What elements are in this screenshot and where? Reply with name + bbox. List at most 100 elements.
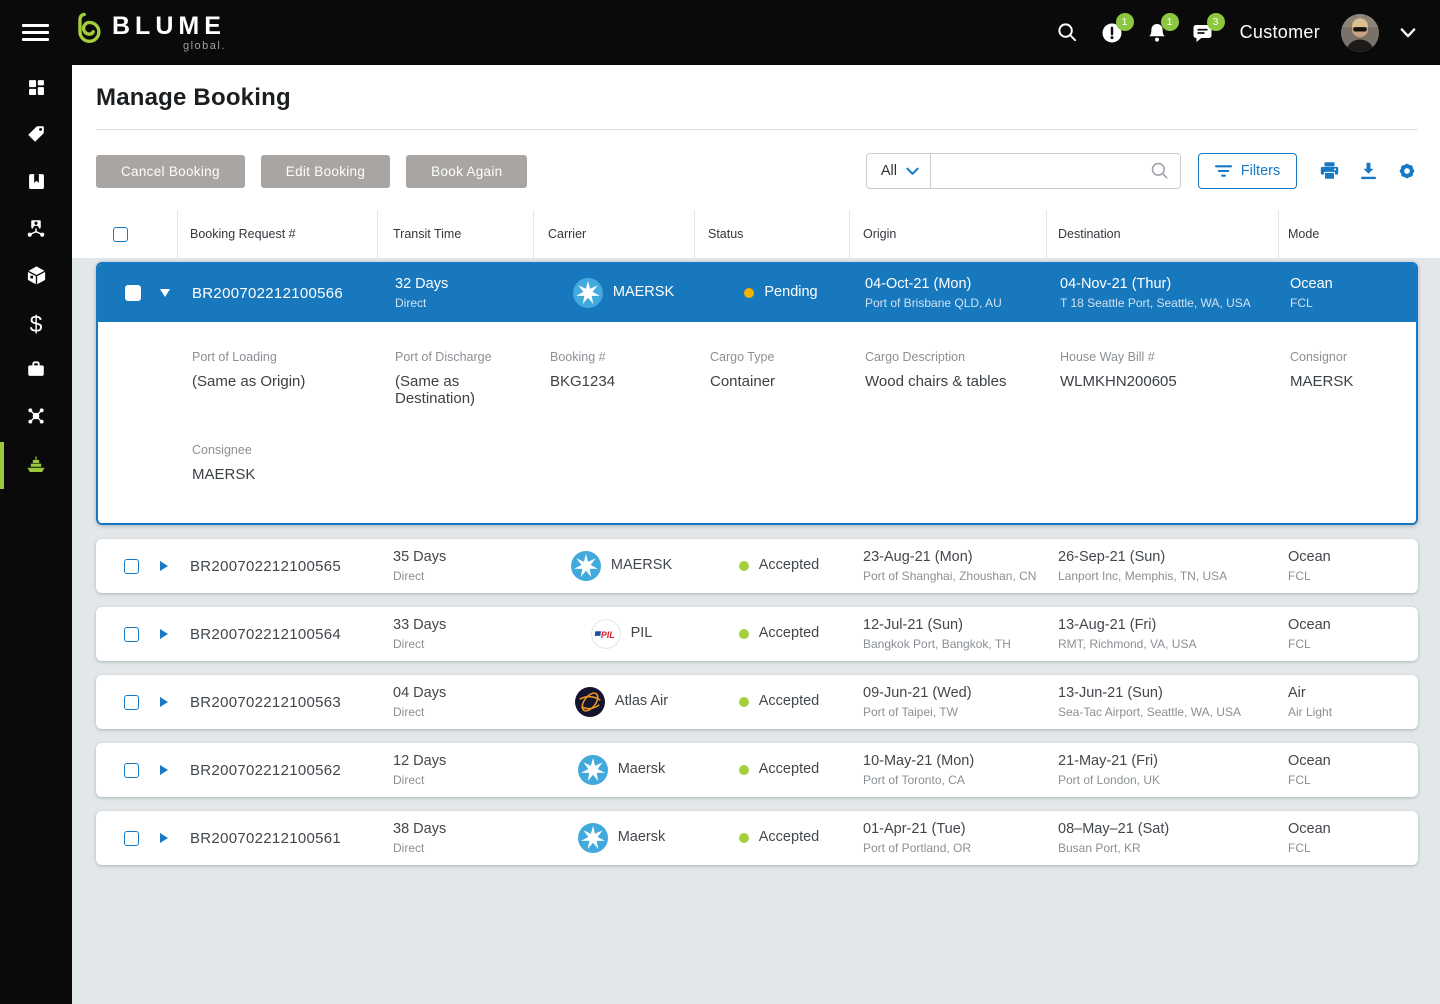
- row-checkbox[interactable]: [123, 830, 139, 846]
- table-row[interactable]: BR200702212100563 04 Days Direct Atlas A…: [96, 675, 1418, 729]
- destination-place: Lanport Inc, Memphis, TN, USA: [1058, 569, 1228, 584]
- select-all-checkbox[interactable]: [113, 226, 128, 242]
- table-row[interactable]: BR200702212100565 35 Days Direct MAERSK …: [96, 539, 1418, 593]
- transit-type: Direct: [393, 569, 425, 584]
- user-network-icon: [25, 217, 47, 244]
- settings-gear-icon[interactable]: [1396, 160, 1418, 182]
- expand-arrow-icon[interactable]: [159, 561, 168, 571]
- sidebar-item-finance[interactable]: $: [0, 301, 72, 348]
- scope-select[interactable]: All: [865, 153, 931, 189]
- transit-type: Direct: [395, 296, 427, 311]
- blume-swirl-icon: [71, 11, 105, 54]
- origin-date: 12-Jul-21 (Sun): [863, 617, 963, 634]
- user-role-label: Customer: [1239, 22, 1320, 42]
- collapse-arrow-icon[interactable]: [160, 289, 170, 297]
- expand-arrow-icon[interactable]: [159, 833, 168, 843]
- col-transit-time: Transit Time: [393, 227, 462, 241]
- origin-date: 10-May-21 (Mon): [863, 753, 975, 770]
- table-row-expanded[interactable]: BR200702212100566 32 Days Direct MAERSK …: [96, 262, 1418, 525]
- detail-consignee: Consignee MAERSK: [192, 443, 256, 483]
- sidebar-item-network-hub[interactable]: [0, 395, 72, 442]
- maersk-logo: [572, 278, 603, 308]
- row-checkbox[interactable]: [123, 626, 139, 642]
- transit-days: 32 Days: [395, 276, 449, 293]
- mode-sub: FCL: [1288, 637, 1311, 652]
- detail-port-of-loading: Port of Loading (Same as Origin): [192, 350, 306, 390]
- row-checkbox[interactable]: [123, 558, 139, 574]
- blume-logo[interactable]: BLUME global.: [71, 11, 226, 54]
- status-label: Accepted: [758, 557, 820, 574]
- destination-place: T 18 Seattle Port, Seattle, WA, USA: [1060, 296, 1251, 311]
- avatar[interactable]: [1341, 13, 1379, 52]
- notifications-badge: 1: [1160, 12, 1179, 31]
- destination-place: Sea-Tac Airport, Seattle, WA, USA: [1058, 705, 1241, 720]
- notifications-bell-icon[interactable]: 1: [1145, 12, 1179, 45]
- row-checkbox[interactable]: [123, 694, 139, 710]
- sidebar-item-ocean-bookings[interactable]: [0, 442, 72, 489]
- brand-name: BLUME: [112, 11, 226, 40]
- chevron-down-icon[interactable]: [1400, 27, 1416, 39]
- briefcase-icon: [25, 358, 47, 385]
- transit-days: 04 Days: [393, 685, 447, 702]
- detail-consignor: Consignor MAERSK: [1290, 350, 1354, 390]
- alerts-badge: 1: [1115, 12, 1134, 31]
- booking-request-id: BR200702212100561: [190, 829, 342, 847]
- book-again-button[interactable]: Book Again: [406, 154, 528, 188]
- sidebar-item-dashboard[interactable]: [0, 66, 72, 113]
- transit-days: 33 Days: [393, 617, 447, 634]
- dashboard-icon: [26, 77, 47, 103]
- detail-cargo-description: Cargo Description Wood chairs & tables: [865, 350, 1007, 390]
- booking-request-id: BR200702212100562: [190, 761, 342, 779]
- top-bar: BLUME global. 1 1 3 Customer: [0, 0, 1440, 65]
- main-content: Manage Booking Cancel Booking Edit Booki…: [72, 65, 1440, 1004]
- maersk-logo: [570, 551, 601, 581]
- row-checkbox[interactable]: [123, 762, 139, 778]
- col-destination: Destination: [1058, 227, 1121, 241]
- table-row[interactable]: BR200702212100562 12 Days Direct Maersk …: [96, 743, 1418, 797]
- expand-arrow-icon[interactable]: [159, 697, 168, 707]
- origin-place: Port of Brisbane QLD, AU: [865, 296, 1002, 311]
- col-status: Status: [708, 227, 744, 241]
- table-row[interactable]: BR200702212100561 38 Days Direct Maersk …: [96, 811, 1418, 865]
- sidebar-item-business[interactable]: [0, 348, 72, 395]
- carrier-name: MAERSK: [610, 557, 673, 574]
- sidebar-item-inventory[interactable]: [0, 254, 72, 301]
- sidebar-item-bookings[interactable]: [0, 160, 72, 207]
- carrier-name: Atlas Air: [614, 693, 669, 710]
- status-dot-accepted: [738, 561, 749, 571]
- search-input[interactable]: [931, 154, 1150, 188]
- transit-type: Direct: [393, 773, 425, 788]
- messages-icon[interactable]: 3: [1190, 12, 1225, 45]
- transit-type: Direct: [393, 637, 425, 652]
- search-icon[interactable]: [1150, 161, 1170, 181]
- maersk-logo: [577, 755, 608, 785]
- sidebar-item-partners[interactable]: [0, 207, 72, 254]
- alerts-icon[interactable]: 1: [1100, 12, 1134, 45]
- toolbar: Cancel Booking Edit Booking Book Again A…: [96, 153, 1418, 189]
- ship-icon: [24, 451, 48, 480]
- table-row[interactable]: BR200702212100564 33 Days Direct PIL PIL…: [96, 607, 1418, 661]
- dollar-icon: $: [29, 311, 43, 337]
- cancel-booking-button[interactable]: Cancel Booking: [96, 154, 245, 188]
- status-dot-pending: [744, 288, 755, 298]
- brand-subtitle: global.: [182, 39, 226, 52]
- expanded-row-header[interactable]: BR200702212100566 32 Days Direct MAERSK …: [98, 264, 1416, 322]
- origin-place: Bangkok Port, Bangkok, TH: [863, 637, 1011, 652]
- scope-select-value: All: [880, 163, 897, 179]
- filters-button[interactable]: Filters: [1198, 153, 1297, 189]
- hamburger-menu-icon[interactable]: [22, 19, 49, 45]
- print-icon[interactable]: [1318, 160, 1341, 182]
- carrier-name: Maersk: [617, 761, 666, 778]
- expand-arrow-icon[interactable]: [159, 765, 168, 775]
- expand-arrow-icon[interactable]: [159, 629, 168, 639]
- transit-type: Direct: [393, 841, 425, 856]
- title-divider: [96, 129, 1418, 130]
- row-checkbox[interactable]: [125, 285, 141, 301]
- sidebar-item-tags[interactable]: [0, 113, 72, 160]
- transit-days: 38 Days: [393, 821, 447, 838]
- download-icon[interactable]: [1358, 160, 1379, 182]
- mode: Ocean: [1288, 549, 1331, 566]
- detail-cargo-type: Cargo Type Container: [710, 350, 776, 390]
- edit-booking-button[interactable]: Edit Booking: [260, 154, 391, 188]
- search-icon[interactable]: [1056, 21, 1079, 44]
